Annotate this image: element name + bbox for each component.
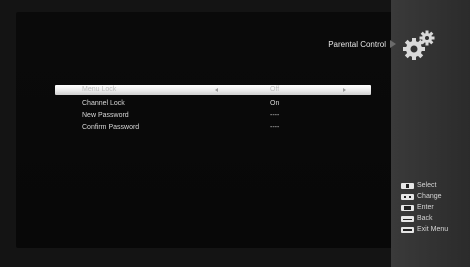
menu-item-label: Confirm Password: [82, 124, 140, 131]
menu-list: Menu Lock Off Channel Lock On New Passwo…: [55, 85, 371, 134]
ok-key-icon: [401, 204, 414, 211]
help-label: Change: [417, 193, 442, 200]
help-label: Select: [417, 182, 437, 189]
help-item-exit: Exit Menu: [401, 224, 467, 235]
back-key-icon: [401, 215, 414, 222]
menu-item-label: New Password: [82, 112, 129, 119]
menu-item-label: Channel Lock: [82, 100, 125, 107]
help-label: Back: [417, 215, 433, 222]
help-item-select: Select: [401, 180, 467, 191]
password-field[interactable]: ----: [270, 110, 279, 122]
help-legend: Select Change Enter Back Exit Menu: [401, 180, 467, 235]
exit-key-icon: [401, 226, 414, 233]
menu-item-label: Menu Lock: [82, 86, 117, 93]
help-item-change: Change: [401, 191, 467, 202]
change-key-icon: [401, 193, 414, 200]
screen: Parental Control Menu Lock Off Channel L…: [0, 0, 470, 267]
help-label: Exit Menu: [417, 226, 449, 233]
help-item-back: Back: [401, 213, 467, 224]
select-key-icon: [401, 182, 414, 189]
gear-icon: [403, 30, 435, 60]
password-field[interactable]: ----: [270, 122, 279, 134]
menu-item-menu-lock[interactable]: Menu Lock Off: [55, 85, 371, 95]
menu-item-value: On: [270, 100, 280, 107]
arrow-right-icon[interactable]: [343, 88, 346, 92]
title-arrow-icon: [390, 40, 396, 48]
menu-item-new-password[interactable]: New Password ----: [55, 110, 371, 122]
arrow-left-icon[interactable]: [215, 88, 218, 92]
menu-item-channel-lock[interactable]: Channel Lock On: [55, 98, 371, 110]
menu-item-confirm-password[interactable]: Confirm Password ----: [55, 122, 371, 134]
help-item-enter: Enter: [401, 202, 467, 213]
page-title: Parental Control: [328, 40, 386, 49]
menu-item-value: Off: [270, 86, 280, 93]
help-label: Enter: [417, 204, 434, 211]
